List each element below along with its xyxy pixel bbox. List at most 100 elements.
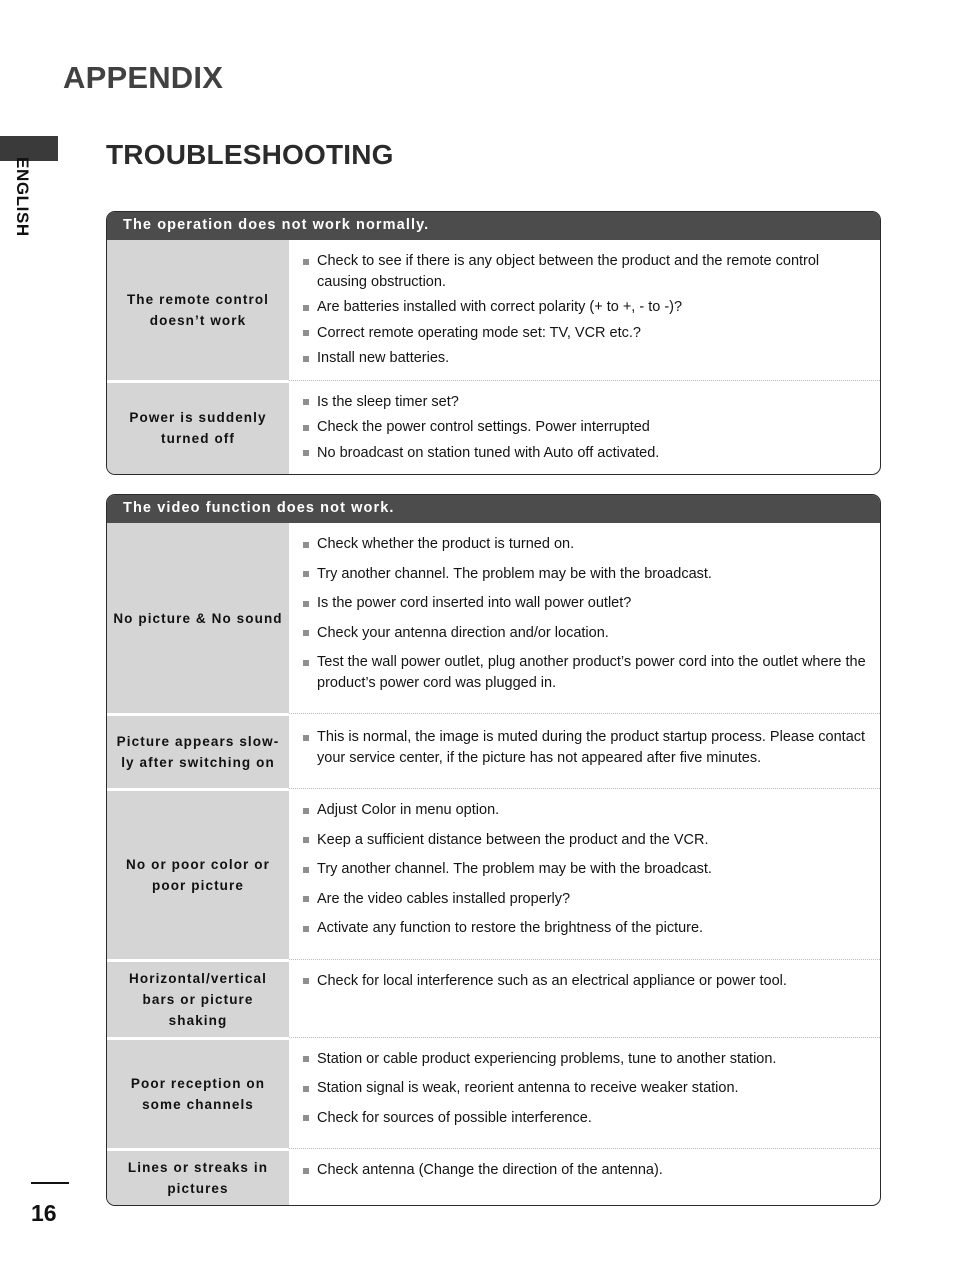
- list-item-text: Test the wall power outlet, plug another…: [317, 654, 866, 691]
- list-item-text: Check for local interference such as an …: [317, 972, 787, 989]
- square-bullet-icon: [303, 896, 309, 902]
- square-bullet-icon: [303, 1115, 309, 1121]
- square-bullet-icon: [303, 866, 309, 873]
- list-item: Adjust Color in menu option.: [302, 800, 866, 821]
- list-item: Activate any function to restore the bri…: [302, 918, 866, 939]
- bullet-list: Adjust Color in menu option. Keep a suffi…: [302, 800, 866, 939]
- table-row: Power is suddenly turned off Is the sleep…: [107, 379, 880, 475]
- square-bullet-icon: [303, 1056, 309, 1062]
- list-item: Install new batteries.: [302, 348, 866, 369]
- square-bullet-icon: [303, 258, 309, 265]
- list-item-text: Are the video cables installed properly?: [317, 890, 571, 907]
- table-row: No or poor color or poor picture Adjust C…: [107, 788, 880, 959]
- bullet-list: This is normal, the image is muted durin…: [302, 727, 866, 768]
- list-item-text: Check whether the product is turned on.: [317, 536, 575, 552]
- list-item: Check for sources of possible interferen…: [302, 1108, 866, 1129]
- list-item: Try another channel. The problem may be …: [302, 859, 866, 880]
- footer-divider: [31, 1182, 69, 1184]
- list-item-text: Try another channel. The problem may be …: [317, 565, 712, 582]
- square-bullet-icon: [303, 450, 309, 456]
- list-item: Station or cable product experiencing pr…: [302, 1049, 866, 1070]
- list-item: Station signal is weak, reorient antenna…: [302, 1078, 866, 1099]
- list-item-text: Keep a sufficient distance between the p…: [317, 831, 709, 848]
- square-bullet-icon: [303, 399, 309, 405]
- list-item-text: Adjust Color in menu option.: [317, 802, 500, 818]
- bullet-list: Station or cable product experiencing pr…: [302, 1049, 866, 1129]
- list-item-text: Check antenna (Change the direction of t…: [317, 1162, 663, 1178]
- list-item-text: Check to see if there is any object betw…: [317, 253, 820, 290]
- table-header-video: The video function does not work.: [107, 495, 880, 523]
- appendix-title: APPENDIX: [63, 60, 224, 95]
- table-row-label: The remote control doesn’t work: [107, 240, 289, 380]
- table-row-label: Horizontal/vertical bars or picture shak…: [107, 958, 289, 1037]
- table-row-label: No or poor color or poor picture: [107, 788, 289, 959]
- list-item: Are batteries installed with correct pol…: [302, 297, 866, 318]
- table-row-label: No picture & No sound: [107, 523, 289, 713]
- bullet-list: Check whether the product is turned on. T…: [302, 534, 866, 693]
- square-bullet-icon: [303, 807, 309, 814]
- list-item: Check to see if there is any object betw…: [302, 251, 866, 292]
- list-item: This is normal, the image is muted durin…: [302, 727, 866, 768]
- table-row: No picture & No sound Check whether the p…: [107, 523, 880, 713]
- list-item-text: Are batteries installed with correct pol…: [317, 299, 683, 315]
- list-item: Correct remote operating mode set: TV, V…: [302, 323, 866, 344]
- square-bullet-icon: [303, 837, 309, 843]
- bullet-list: Check to see if there is any object betw…: [302, 251, 866, 369]
- table-row-content: Check antenna (Change the direction of t…: [289, 1148, 880, 1205]
- list-item-text: Station signal is weak, reorient antenna…: [317, 1080, 739, 1096]
- table-row: Lines or streaks in pictures Check antenn…: [107, 1148, 880, 1205]
- list-item: Test the wall power outlet, plug another…: [302, 652, 866, 693]
- list-item-text: Install new batteries.: [317, 350, 450, 366]
- list-item: Check your antenna direction and/or loca…: [302, 623, 866, 644]
- bullet-list: Is the sleep timer set? Check the power c…: [302, 392, 866, 464]
- list-item-text: No broadcast on station tuned with Auto …: [317, 444, 660, 461]
- table-row: The remote control doesn’t work Check to …: [107, 240, 880, 380]
- list-item-text: Check the power control settings. Power …: [317, 419, 650, 435]
- square-bullet-icon: [303, 355, 309, 362]
- square-bullet-icon: [303, 630, 309, 636]
- list-item: Try another channel. The problem may be …: [302, 564, 866, 585]
- page-number: 16: [31, 1200, 57, 1226]
- list-item: Keep a sufficient distance between the p…: [302, 830, 866, 851]
- list-item-text: Check for sources of possible interferen…: [317, 1109, 592, 1126]
- list-item-text: Station or cable product experiencing pr…: [317, 1050, 777, 1067]
- list-item-text: Check your antenna direction and/or loca…: [317, 624, 609, 641]
- list-item: Are the video cables installed properly?: [302, 889, 866, 910]
- square-bullet-icon: [303, 978, 309, 984]
- table-row-label: Lines or streaks in pictures: [107, 1148, 289, 1205]
- bullet-list: Check antenna (Change the direction of t…: [302, 1160, 866, 1181]
- table-row: Horizontal/vertical bars or picture shak…: [107, 958, 880, 1037]
- table-row-content: Check for local interference such as an …: [289, 958, 880, 1037]
- square-bullet-icon: [303, 424, 309, 431]
- table-row-content: Is the sleep timer set? Check the power c…: [289, 379, 880, 475]
- table-row-content: Check to see if there is any object betw…: [289, 240, 880, 380]
- list-item-text: Is the sleep timer set?: [317, 393, 459, 410]
- list-item-text: Try another channel. The problem may be …: [317, 861, 712, 877]
- table-row-content: Check whether the product is turned on. T…: [289, 523, 880, 713]
- square-bullet-icon: [303, 1085, 309, 1092]
- list-item-text: Correct remote operating mode set: TV, V…: [317, 324, 641, 341]
- table-row-label: Power is suddenly turned off: [107, 379, 289, 474]
- square-bullet-icon: [303, 571, 309, 577]
- square-bullet-icon: [303, 330, 309, 336]
- table-row-content: This is normal, the image is muted durin…: [289, 713, 880, 788]
- square-bullet-icon: [303, 1167, 309, 1174]
- square-bullet-icon: [303, 600, 309, 607]
- table-row-content: Adjust Color in menu option. Keep a suffi…: [289, 788, 880, 959]
- list-item-text: This is normal, the image is muted durin…: [317, 729, 866, 766]
- list-item: Check the power control settings. Power …: [302, 417, 866, 438]
- table-body-video: No picture & No sound Check whether the p…: [107, 523, 880, 1205]
- list-item-text: Is the power cord inserted into wall pow…: [317, 595, 632, 611]
- table-row-label: Picture appears slow-ly after switching …: [107, 713, 289, 788]
- troubleshooting-table-video: The video function does not work. No pic…: [106, 494, 881, 1206]
- page-title: TROUBLESHOOTING: [106, 139, 394, 170]
- square-bullet-icon: [303, 734, 309, 741]
- list-item: Check whether the product is turned on.: [302, 534, 866, 555]
- table-row-content: Station or cable product experiencing pr…: [289, 1036, 880, 1149]
- language-tab-label: ENGLISH: [13, 157, 32, 237]
- troubleshooting-table-operation: The operation does not work normally. Th…: [106, 211, 881, 475]
- table-row: Picture appears slow-ly after switching …: [107, 713, 880, 788]
- square-bullet-icon: [303, 304, 309, 311]
- table-row-label: Poor reception on some channels: [107, 1036, 289, 1148]
- table-row: Poor reception on some channels Station o…: [107, 1036, 880, 1149]
